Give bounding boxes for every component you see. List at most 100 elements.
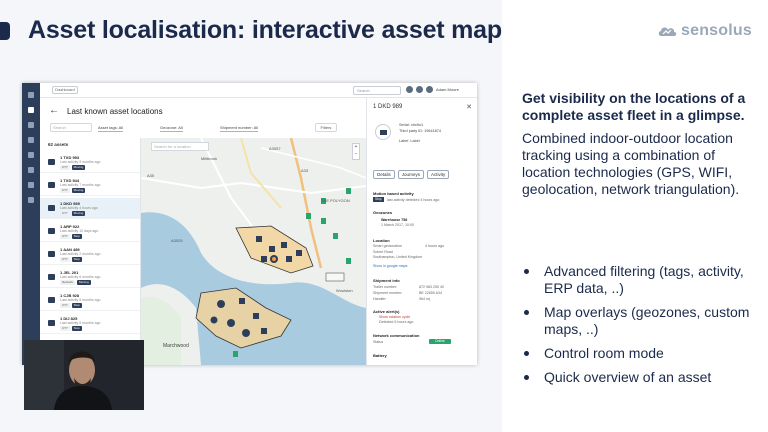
map-area-label: THE POLYGON xyxy=(321,198,350,203)
asset-tags: CT7 Stop xyxy=(60,257,82,262)
map-road-label: A33 xyxy=(301,168,309,173)
asset-map[interactable]: Search for a location + − A3057 A35 A33 T… xyxy=(141,138,366,365)
asset-list-item[interactable]: 1 DKD 989 Last activity 4 hours ago CT7 Mov… xyxy=(40,198,140,219)
asset-list-item[interactable]: 1 JEL 201 Last activity 6 months ago Netwo… xyxy=(40,267,140,288)
truck-icon xyxy=(48,182,55,188)
filters-button[interactable]: Filters xyxy=(315,123,337,132)
dashboard-crumb[interactable]: Dashboard xyxy=(52,86,78,94)
network-title: Network communication xyxy=(373,333,420,338)
tools-nav-icon[interactable] xyxy=(28,152,34,158)
geozone-dropdown[interactable]: Geozone: All xyxy=(160,123,183,132)
poi-marker xyxy=(306,213,311,219)
feature-list: Advanced filtering (tags, activity, ERP … xyxy=(522,263,758,393)
back-arrow-icon[interactable]: ← xyxy=(49,105,59,116)
asset-marker xyxy=(296,250,302,256)
analytics-nav-icon[interactable] xyxy=(28,137,34,143)
asset-tags-dropdown[interactable]: Asset tags: All xyxy=(98,123,124,132)
truck-icon xyxy=(48,297,55,303)
alert-name[interactable]: Show rotation cycle xyxy=(379,315,410,319)
settings-nav-icon[interactable] xyxy=(28,197,34,203)
assets-count: 62 assets xyxy=(48,142,69,147)
alerts-nav-icon[interactable] xyxy=(28,167,34,173)
settings-icon[interactable] xyxy=(406,86,413,93)
alerts-title: Active alert(s) xyxy=(373,309,400,314)
shipment-key: Trailer number: xyxy=(373,285,398,289)
shipment-value: 872 983 250 40 xyxy=(419,285,444,289)
tab-journeys[interactable]: Journeys xyxy=(397,170,425,179)
presenter-webcam xyxy=(24,340,144,410)
shipment-value: 964 mj xyxy=(419,297,430,301)
poi-marker xyxy=(346,258,351,264)
google-maps-link[interactable]: Show in google maps xyxy=(373,264,407,268)
location-badge: Smart geolocation xyxy=(373,244,402,248)
asset-tag: CT7 xyxy=(60,188,70,193)
assets-nav-icon[interactable] xyxy=(28,122,34,128)
nav-rail xyxy=(22,83,40,365)
asset-tag: Moving xyxy=(71,188,86,193)
asset-list-item[interactable]: 1 ARP 922 Last activity 10 days ago CT7 Sto… xyxy=(40,221,140,242)
shipment-dropdown[interactable]: Shipment number: All xyxy=(220,123,259,132)
detail-title: 1 DKD 989 xyxy=(373,104,403,110)
tab-details[interactable]: Details xyxy=(373,170,395,179)
third-party-row: Third party ID: 19641874 xyxy=(399,129,442,133)
map-road-label: A35 xyxy=(147,173,155,178)
help-icon[interactable] xyxy=(426,86,433,93)
asset-avatar xyxy=(375,124,391,140)
global-search-input[interactable]: Search xyxy=(353,86,401,95)
asset-last-activity: Last activity 6 months ago xyxy=(60,275,101,279)
title-accent-bar xyxy=(0,22,10,40)
asset-search-input[interactable]: Search xyxy=(50,123,92,132)
motion-text: last activity detected 4 hours ago xyxy=(387,198,440,202)
asset-marker xyxy=(286,256,292,262)
shipment-title: Shipment info xyxy=(373,278,400,283)
logo-icon[interactable] xyxy=(28,92,34,98)
map-search-input[interactable]: Search for a location xyxy=(151,142,209,151)
asset-list-item[interactable]: 1 TXD 953 Last activity 9 months ago CT7 Mo… xyxy=(40,152,140,173)
asset-list-item[interactable]: 1 TXD 944 Last activity 7 months ago CT7 Mo… xyxy=(40,175,140,196)
asset-list-item[interactable]: 1 AAN 489 Last activity 2 months ago CT7 St… xyxy=(40,244,140,265)
app-topbar: Dashboard Search Adam Moore xyxy=(40,83,477,98)
feature-item: Control room mode xyxy=(522,345,758,362)
brand-logo: sensolus xyxy=(657,22,752,40)
zoom-control[interactable]: + − xyxy=(352,143,360,160)
map-area-label: Millbrook xyxy=(201,156,218,161)
asset-tags: CT7 Stop xyxy=(60,303,82,308)
map-area-label: Woolston xyxy=(336,288,353,293)
asset-tag: CT7 xyxy=(60,211,70,216)
truck-icon xyxy=(48,251,55,257)
asset-tag: Stop xyxy=(71,303,82,308)
asset-tag: CT7 xyxy=(60,303,70,308)
refresh-icon[interactable] xyxy=(416,86,423,93)
asset-tags: CT7 Stop xyxy=(60,234,82,239)
reports-nav-icon[interactable] xyxy=(28,182,34,188)
poi-marker xyxy=(233,351,238,357)
alert-time: Detected 5 hours ago xyxy=(379,320,414,324)
detail-tabs: Details Journeys Activity xyxy=(373,170,450,179)
poi-marker xyxy=(333,233,338,239)
map-town-label: Marchwood xyxy=(163,343,189,349)
close-icon[interactable]: ✕ xyxy=(466,103,472,111)
feature-item: Quick overview of an asset xyxy=(522,369,758,386)
asset-marker xyxy=(217,300,225,308)
serial-row: Serial: xhx9u1 xyxy=(399,123,424,127)
geozones-title: Geozones xyxy=(373,210,393,215)
asset-marker xyxy=(210,316,218,324)
asset-list-item[interactable]: 1 CJB 928 Last activity 5 months ago CT7 St… xyxy=(40,290,140,311)
status-label: Status xyxy=(373,340,384,344)
map-road-label: A3025 xyxy=(171,238,183,243)
feature-item: Map overlays (geozones, custom maps, ..) xyxy=(522,304,758,338)
asset-tag: Stop xyxy=(71,257,82,262)
asset-marker xyxy=(261,328,267,334)
user-name[interactable]: Adam Moore xyxy=(436,87,459,92)
feature-heading: Get visibility on the locations of a com… xyxy=(522,90,746,123)
truck-icon xyxy=(48,159,55,165)
asset-list-item[interactable]: 1 DIJ 825 Last activity 5 months ago CT7 St… xyxy=(40,313,140,334)
tab-activity[interactable]: Activity xyxy=(427,170,450,179)
app-window: Dashboard Search Adam Moore ← Last known… xyxy=(22,83,477,365)
location-title: Location xyxy=(373,238,390,243)
geozone-name[interactable]: Warehouse 758 xyxy=(381,218,407,222)
asset-last-activity: Last activity 2 months ago xyxy=(60,252,101,256)
slide-title: Asset localisation: interactive asset ma… xyxy=(28,16,502,44)
map-canvas[interactable] xyxy=(141,138,366,365)
map-nav-icon[interactable] xyxy=(28,107,34,113)
